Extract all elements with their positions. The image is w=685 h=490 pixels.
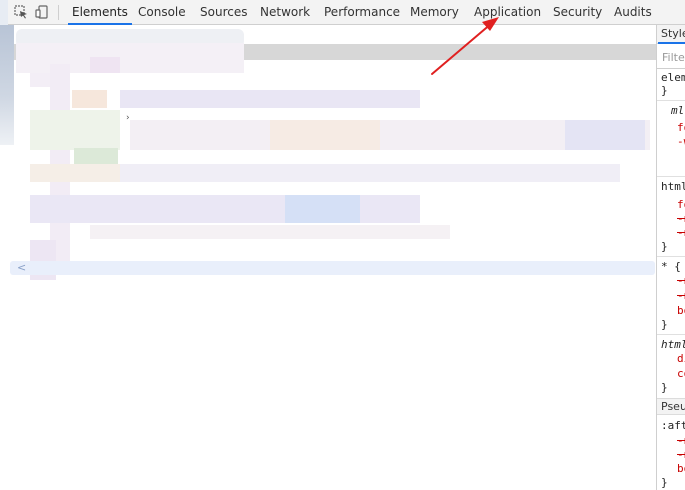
tab-memory[interactable]: Memory: [410, 0, 459, 24]
tab-audits[interactable]: Audits: [614, 0, 652, 24]
rule-close-brace: }: [661, 381, 668, 394]
device-toolbar-icon[interactable]: [35, 5, 49, 19]
redacted-block: [270, 120, 380, 150]
tab-performance[interactable]: Performance: [324, 0, 400, 24]
rule-divider: [657, 256, 685, 257]
css-property: fo: [677, 121, 685, 134]
css-property-overridden: -n: [677, 274, 685, 287]
redacted-block: [120, 164, 620, 182]
rule-selector: html: [661, 338, 685, 351]
inspect-element-icon[interactable]: [14, 5, 28, 19]
css-property: co: [677, 367, 685, 380]
rule-selector: html: [661, 180, 685, 193]
pseudo-header-label: Pseudo: [661, 400, 685, 413]
expand-triangle-icon[interactable]: ›: [126, 113, 130, 123]
tab-application[interactable]: Application: [474, 0, 541, 24]
redacted-block: [74, 148, 118, 164]
redacted-block: [72, 90, 107, 108]
rule-close-brace: }: [661, 84, 668, 97]
tab-elements[interactable]: Elements: [68, 0, 132, 25]
toolbar-separator: [58, 5, 59, 20]
redacted-block: [90, 225, 450, 239]
redacted-block: [90, 57, 120, 73]
css-property-overridden: -n: [677, 226, 685, 239]
tab-security[interactable]: Security: [553, 0, 602, 24]
css-property: fo: [677, 198, 685, 211]
left-edge-strip: [0, 25, 14, 145]
rule-selector: * {: [661, 260, 681, 273]
redacted-block: [30, 164, 120, 182]
redacted-block: [565, 120, 645, 150]
rule-divider: [657, 100, 685, 101]
rule-selector: ml: [671, 104, 685, 117]
css-property: -w: [677, 135, 685, 148]
rule-divider: [657, 334, 685, 335]
selected-dom-row[interactable]: [10, 261, 655, 275]
css-property-overridden: -n: [677, 448, 685, 461]
css-property-overridden: -n: [677, 212, 685, 225]
rule-divider: [657, 176, 685, 177]
toolbar-left-edge: [0, 0, 8, 25]
tab-network[interactable]: Network: [260, 0, 310, 24]
rule-close-brace: }: [661, 476, 668, 489]
redacted-block: [30, 110, 120, 150]
styles-filter-input[interactable]: Filter: [662, 51, 685, 64]
css-property: bo: [677, 462, 685, 475]
redacted-block: [30, 195, 420, 223]
css-property: di: [677, 352, 685, 365]
filter-divider: [657, 68, 685, 69]
css-property-overridden: -n: [677, 434, 685, 447]
devtools-toolbar: Elements Console Sources Network Perform…: [0, 0, 685, 25]
rule-close-brace: }: [661, 318, 668, 331]
element-style-selector: element.style {: [661, 71, 685, 84]
chevron-left-icon[interactable]: <: [17, 262, 26, 274]
tab-sources[interactable]: Sources: [200, 0, 247, 24]
rule-selector: :after: [661, 419, 685, 432]
tab-styles[interactable]: Styles: [657, 27, 685, 44]
redacted-block: [285, 195, 360, 223]
styles-tabbar: Styles: [657, 25, 685, 44]
css-property-overridden: -n: [677, 289, 685, 302]
redacted-block: [120, 90, 420, 108]
pseudo-section-header: Pseudo: [657, 398, 685, 415]
tab-console[interactable]: Console: [138, 0, 186, 24]
css-property: bo: [677, 304, 685, 317]
styles-pane: Styles Filter element.style { } ml fo -w…: [656, 25, 685, 490]
rule-close-brace: }: [661, 240, 668, 253]
